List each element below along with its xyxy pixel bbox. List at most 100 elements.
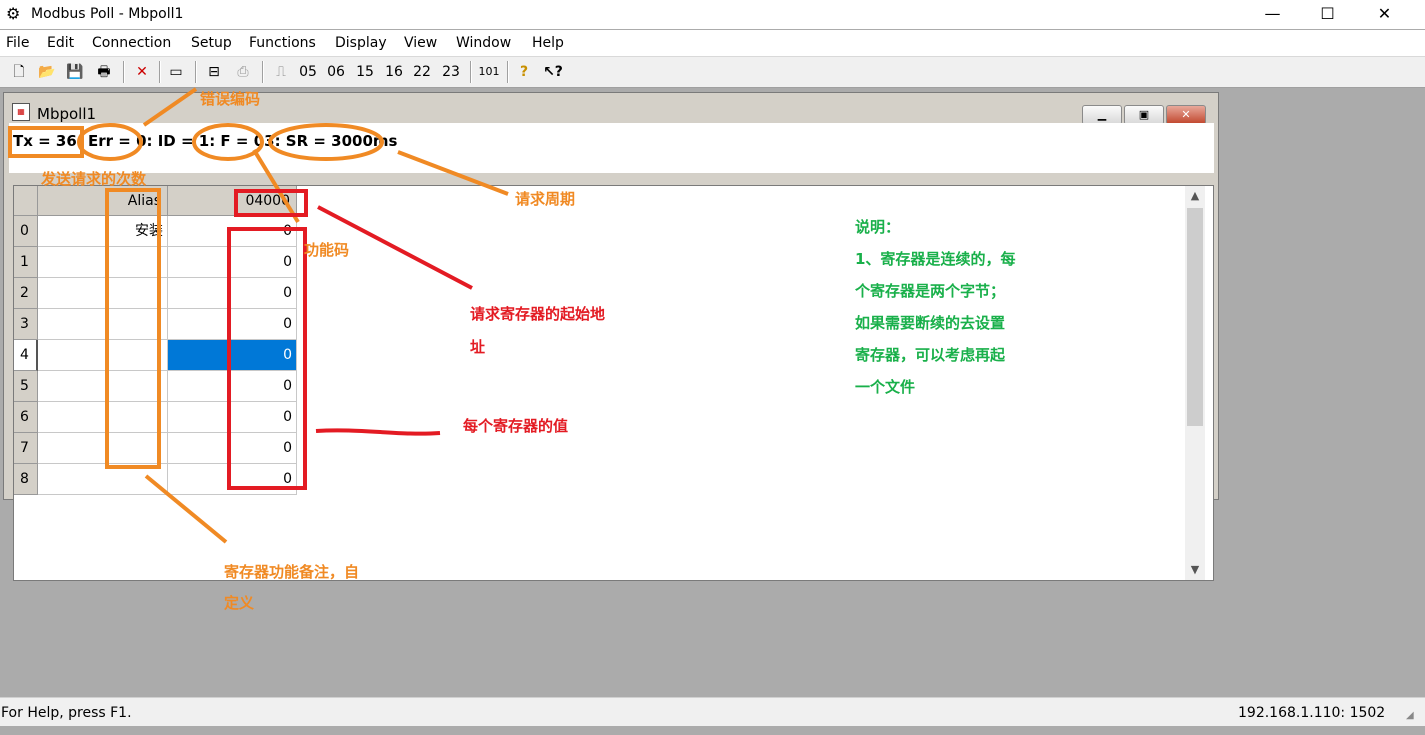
alias-cell[interactable] — [38, 433, 168, 464]
maximize-icon[interactable]: ☐ — [1300, 0, 1355, 29]
open-folder-icon[interactable]: 📂 — [36, 60, 58, 84]
notes-line: 如果需要断续的去设置 — [855, 314, 1006, 332]
save-disk-icon[interactable]: 💾 — [64, 60, 86, 84]
alias-note-annotation-line1: 寄存器功能备注，自 — [224, 563, 360, 581]
disconnect-x-icon[interactable]: ✕ — [131, 60, 153, 84]
menu-bar: File Edit Connection Setup Functions Dis… — [0, 30, 1425, 57]
value-cell[interactable]: 0 — [168, 371, 297, 402]
toolbar: 🗋 📂 💾 🖶 ✕ ▭ ⊟ ⎙ ⎍ 05 06 15 16 22 23 101 … — [0, 57, 1425, 88]
notes-line: 1、寄存器是连续的，每 — [855, 250, 1016, 268]
menu-file[interactable]: File — [6, 34, 29, 52]
toolbar-separator — [507, 61, 509, 83]
value-cell[interactable]: 0 — [168, 464, 297, 495]
close-icon[interactable]: ✕ — [1357, 0, 1412, 29]
value-cell[interactable]: 0 — [168, 278, 297, 309]
alias-column-header[interactable]: Alias — [38, 186, 168, 216]
scroll-thumb[interactable] — [1187, 208, 1203, 426]
poll-status-line: Tx = 36: Err = 0: ID = 1: F = 03: SR = 3… — [13, 132, 398, 150]
print-icon[interactable]: 🖶 — [92, 60, 116, 84]
mdi-title: Mbpoll1 — [37, 105, 97, 123]
help-hint-text: For Help, press F1. — [1, 705, 132, 721]
mdi-minimize-icon[interactable]: ▁ — [1082, 105, 1122, 125]
function-15-button[interactable]: 15 — [354, 60, 376, 84]
start-address-annotation-line1: 请求寄存器的起始地 — [470, 305, 606, 323]
scroll-up-icon[interactable]: ▲ — [1185, 186, 1205, 206]
row-header[interactable]: 5 — [14, 371, 38, 402]
function-101-button[interactable]: 101 — [476, 60, 502, 84]
alias-cell[interactable] — [38, 278, 168, 309]
toolbar-separator — [262, 61, 264, 83]
menu-display[interactable]: Display — [335, 34, 387, 52]
function-23-button[interactable]: 23 — [440, 60, 462, 84]
mdi-restore-icon[interactable]: ▣ — [1124, 105, 1164, 125]
alias-cell[interactable]: 安装 — [38, 216, 168, 247]
register-grid: Alias 04000 0 安装 0 1 0 2 0 3 0 4 0 5 0 6… — [13, 185, 1214, 581]
new-document-icon[interactable]: 🗋 — [8, 60, 30, 84]
modbus-app-icon: ⚙ — [6, 4, 21, 23]
row-header[interactable]: 7 — [14, 433, 38, 464]
connection-info: 192.168.1.110: 1502 — [1238, 705, 1386, 721]
toolbar-separator — [123, 61, 125, 83]
alias-cell[interactable] — [38, 309, 168, 340]
print-preview-icon[interactable]: ⎙ — [231, 60, 255, 84]
title-bar: ⚙ Modbus Poll - Mbpoll1 — ☐ ✕ — [0, 0, 1425, 29]
grid-corner — [14, 186, 38, 216]
menu-connection[interactable]: Connection — [92, 34, 171, 52]
toolbar-separator — [195, 61, 197, 83]
request-period-annotation: 请求周期 — [515, 190, 576, 208]
row-header[interactable]: 6 — [14, 402, 38, 433]
function-06-button[interactable]: 06 — [325, 60, 347, 84]
row-header[interactable]: 0 — [14, 216, 38, 247]
read-write-icon[interactable]: ⊟ — [202, 60, 226, 84]
window-icon[interactable]: ▭ — [165, 60, 187, 84]
start-address-annotation-line2: 址 — [470, 338, 486, 356]
window-title: Modbus Poll - Mbpoll1 — [31, 6, 184, 22]
address-column-header[interactable]: 04000 — [168, 186, 297, 216]
scroll-down-icon[interactable]: ▼ — [1185, 560, 1205, 580]
menu-view[interactable]: View — [404, 34, 437, 52]
register-value-annotation: 每个寄存器的值 — [463, 417, 569, 435]
alias-cell[interactable] — [38, 402, 168, 433]
pulse-icon[interactable]: ⎍ — [270, 60, 292, 84]
context-help-icon[interactable]: ↖? — [540, 60, 566, 84]
value-cell[interactable]: 0 — [168, 309, 297, 340]
row-header[interactable]: 3 — [14, 309, 38, 340]
menu-edit[interactable]: Edit — [47, 34, 74, 52]
menu-functions[interactable]: Functions — [249, 34, 316, 52]
alias-cell[interactable] — [38, 247, 168, 278]
notes-line: 寄存器，可以考虑再起 — [855, 346, 1006, 364]
notes-line: 个寄存器是两个字节； — [855, 282, 1006, 300]
alias-cell[interactable] — [38, 340, 168, 371]
notes-title: 说明： — [855, 218, 901, 236]
mdi-child-window: ▦ Mbpoll1 ▁ ▣ ✕ Tx = 36: Err = 0: ID = 1… — [3, 92, 1219, 581]
poll-status-panel: Tx = 36: Err = 0: ID = 1: F = 03: SR = 3… — [9, 123, 1214, 173]
help-icon[interactable]: ? — [513, 60, 535, 84]
menu-setup[interactable]: Setup — [191, 34, 232, 52]
alias-cell[interactable] — [38, 464, 168, 495]
value-cell[interactable]: 0 — [168, 402, 297, 433]
menu-help[interactable]: Help — [532, 34, 564, 52]
minimize-icon[interactable]: — — [1245, 0, 1300, 29]
row-header-active[interactable]: 4 — [14, 340, 38, 371]
function-22-button[interactable]: 22 — [411, 60, 433, 84]
notes-line: 一个文件 — [855, 378, 916, 396]
row-header[interactable]: 2 — [14, 278, 38, 309]
alias-cell[interactable] — [38, 371, 168, 402]
mdi-close-icon[interactable]: ✕ — [1166, 105, 1206, 125]
value-cell[interactable]: 0 — [168, 216, 297, 247]
value-cell-selected[interactable]: 0 — [168, 340, 297, 371]
toolbar-separator — [470, 61, 472, 83]
value-cell[interactable]: 0 — [168, 433, 297, 464]
status-bar: For Help, press F1. 192.168.1.110: 1502 … — [0, 697, 1425, 726]
alias-note-annotation-line2: 定义 — [224, 594, 255, 612]
resize-grip-icon[interactable]: ◢ — [1406, 710, 1414, 721]
function-05-button[interactable]: 05 — [297, 60, 319, 84]
function-16-button[interactable]: 16 — [383, 60, 405, 84]
document-icon: ▦ — [12, 103, 30, 121]
value-cell[interactable]: 0 — [168, 247, 297, 278]
row-header[interactable]: 8 — [14, 464, 38, 495]
tx-count-annotation: 发送请求的次数 — [41, 170, 147, 188]
menu-window[interactable]: Window — [456, 34, 511, 52]
vertical-scrollbar[interactable]: ▲ ▼ — [1185, 186, 1205, 580]
row-header[interactable]: 1 — [14, 247, 38, 278]
